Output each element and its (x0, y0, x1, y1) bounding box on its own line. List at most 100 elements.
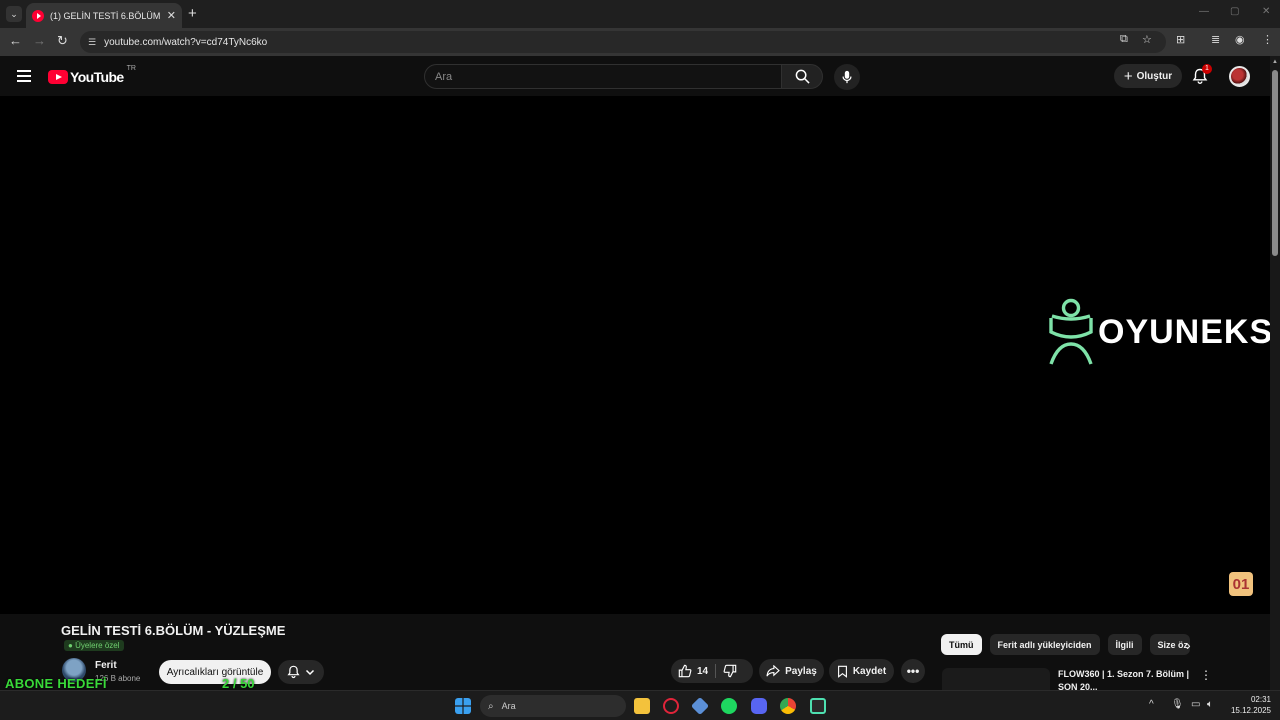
subscriber-goal-label: ABONE HEDEFİ (5, 676, 107, 691)
like-button[interactable]: 14 (671, 659, 715, 683)
tray-microphone-icon[interactable]: 🎙︎ (1171, 699, 1184, 710)
scrollbar-thumb[interactable] (1272, 70, 1278, 256)
guide-menu-icon[interactable] (17, 70, 31, 82)
dislike-button[interactable] (716, 659, 744, 683)
notification-badge: 1 (1202, 64, 1212, 74)
chevron-down-icon (306, 669, 315, 676)
chips-next-chevron-icon[interactable]: › (1186, 637, 1191, 653)
youtube-header: YouTube TR Ara + Oluştur 1 (0, 56, 1270, 96)
maximize-icon[interactable]: ▢ (1230, 6, 1239, 17)
bookmark-icon (837, 665, 847, 678)
tab-close-icon[interactable]: ✕ (167, 9, 176, 22)
tray-overflow-chevron-icon[interactable]: ^ (1149, 699, 1154, 710)
tray-volume-icon[interactable]: 🔈︎ (1207, 699, 1213, 710)
install-app-icon[interactable]: ⧉ (1120, 33, 1128, 46)
more-horizontal-icon: ••• (906, 664, 920, 678)
url-text: youtube.com/watch?v=cd74TyNc6ko (104, 36, 268, 48)
minimize-icon[interactable]: — (1199, 6, 1209, 17)
more-actions-button[interactable]: ••• (901, 659, 925, 683)
thumbs-up-icon (678, 664, 692, 678)
bookmark-star-icon[interactable]: ☆ (1142, 33, 1152, 46)
media-control-icon[interactable]: ≣ (1211, 33, 1220, 46)
video-player[interactable]: OYUNEKS 01 (0, 96, 1273, 614)
related-video-menu-icon[interactable]: ⋮ (1200, 668, 1212, 682)
youtube-wordmark: YouTube (70, 69, 124, 85)
related-video-thumbnail[interactable] (942, 668, 1050, 690)
oyuneks-mascot-icon (1049, 298, 1093, 365)
new-tab-plus-icon[interactable]: + (188, 5, 197, 22)
app-diamond-icon[interactable] (690, 696, 710, 716)
video-info-area: GELİN TESTİ 6.BÖLÜM - YÜZLEŞME ● Üyelere… (0, 614, 1270, 690)
chrome-icon[interactable] (780, 698, 796, 714)
taskbar-search[interactable]: ⌕ Ara (480, 695, 626, 717)
tray-network-icon[interactable]: ▭ (1191, 699, 1200, 710)
browser-tab-active[interactable]: (1) GELİN TESTİ 6.BÖLÜM - YÜZ ✕ (26, 3, 182, 28)
chip-all[interactable]: Tümü (941, 634, 982, 655)
plus-icon: + (1123, 67, 1133, 85)
discord-icon[interactable] (751, 698, 767, 714)
share-label: Paylaş (785, 665, 817, 677)
related-filter-chips: Tümü Ferit adlı yükleyiciden İlgili Size… (941, 634, 1198, 655)
back-arrow-icon[interactable]: ← (9, 33, 22, 48)
channel-corner-logo: 01 (1229, 572, 1253, 596)
site-info-icon[interactable]: ☰ (88, 37, 96, 48)
search-button[interactable] (781, 64, 823, 89)
opera-browser-icon[interactable] (663, 698, 679, 714)
windows-start-icon[interactable] (455, 698, 471, 714)
oyuneks-watermark: OYUNEKS (1046, 298, 1273, 366)
youtube-favicon-icon (32, 9, 44, 22)
video-title: GELİN TESTİ 6.BÖLÜM - YÜZLEŞME (61, 623, 286, 638)
subscription-notifications-button[interactable] (278, 660, 324, 684)
windows-taskbar: ⌕ Ara ^ 🎙︎ ▭ 🔈︎ 02:31 15.12.2025 (0, 690, 1280, 720)
scroll-up-arrow-icon[interactable]: ▲ (1272, 59, 1278, 65)
notifications-button[interactable]: 1 (1192, 64, 1212, 90)
clock-date: 15.12.2025 (1230, 706, 1271, 715)
file-explorer-icon[interactable] (634, 698, 650, 714)
page-scrollbar[interactable]: ▲ (1270, 56, 1280, 690)
window-close-icon[interactable]: ✕ (1262, 6, 1270, 17)
profile-icon[interactable]: ◉ (1235, 33, 1245, 46)
watermark-text: OYUNEKS (1098, 312, 1274, 351)
clock-time: 02:31 (1250, 695, 1271, 704)
like-count: 14 (697, 665, 709, 677)
forward-arrow-icon[interactable]: → (33, 33, 46, 48)
share-arrow-icon (766, 665, 780, 677)
search-icon (795, 69, 810, 84)
taskbar-clock[interactable]: 02:31 15.12.2025 (1225, 694, 1271, 716)
save-label: Kaydet (852, 665, 887, 677)
chip-for-you[interactable]: Size öz (1149, 634, 1190, 655)
taskbar-search-placeholder: Ara (501, 701, 516, 711)
voice-search-button[interactable] (834, 64, 860, 90)
spotify-icon[interactable] (721, 698, 737, 714)
reload-icon[interactable]: ↻ (57, 33, 68, 49)
tab-title: (1) GELİN TESTİ 6.BÖLÜM - YÜZ (50, 10, 163, 21)
account-avatar[interactable] (1229, 66, 1250, 87)
search-icon: ⌕ (488, 700, 494, 712)
chip-related[interactable]: İlgili (1107, 634, 1142, 655)
related-video-title[interactable]: FLOW360 | 1. Sezon 7. Bölüm | SON 20... (1058, 668, 1190, 690)
chip-from-uploader[interactable]: Ferit adlı yükleyiciden (989, 634, 1100, 655)
youtube-logo[interactable]: YouTube TR (48, 65, 136, 85)
bell-icon (287, 665, 300, 679)
subscriber-goal-count: 2 / 50 (222, 676, 255, 691)
browser-toolbar: ← → ↻ ☰ youtube.com/watch?v=cd74TyNc6ko … (0, 28, 1280, 56)
create-button[interactable]: + Oluştur (1114, 64, 1182, 88)
thumbs-down-icon (723, 664, 737, 678)
members-badge-text: Üyelere özel (75, 641, 120, 650)
country-code: TR (126, 65, 136, 72)
share-button[interactable]: Paylaş (759, 659, 824, 683)
browser-tab-strip: ⌄ (1) GELİN TESTİ 6.BÖLÜM - YÜZ ✕ + — ▢ … (0, 0, 1280, 28)
address-bar[interactable]: ☰ youtube.com/watch?v=cd74TyNc6ko (80, 31, 1166, 53)
save-button[interactable]: Kaydet (829, 659, 894, 683)
microphone-icon (842, 70, 852, 84)
members-only-badge: ● Üyelere özel (64, 640, 124, 651)
create-label: Oluştur (1136, 70, 1173, 82)
channel-name[interactable]: Ferit (95, 660, 117, 671)
active-app-icon[interactable] (810, 698, 826, 714)
browser-menu-icon[interactable]: ⋮ (1262, 33, 1273, 46)
tab-search-chevron-icon[interactable]: ⌄ (6, 6, 22, 22)
extensions-puzzle-icon[interactable]: ⊞ (1176, 33, 1185, 46)
search-input[interactable]: Ara (424, 64, 782, 89)
like-dislike-group: 14 (671, 659, 753, 683)
youtube-play-logo-icon (48, 70, 68, 84)
